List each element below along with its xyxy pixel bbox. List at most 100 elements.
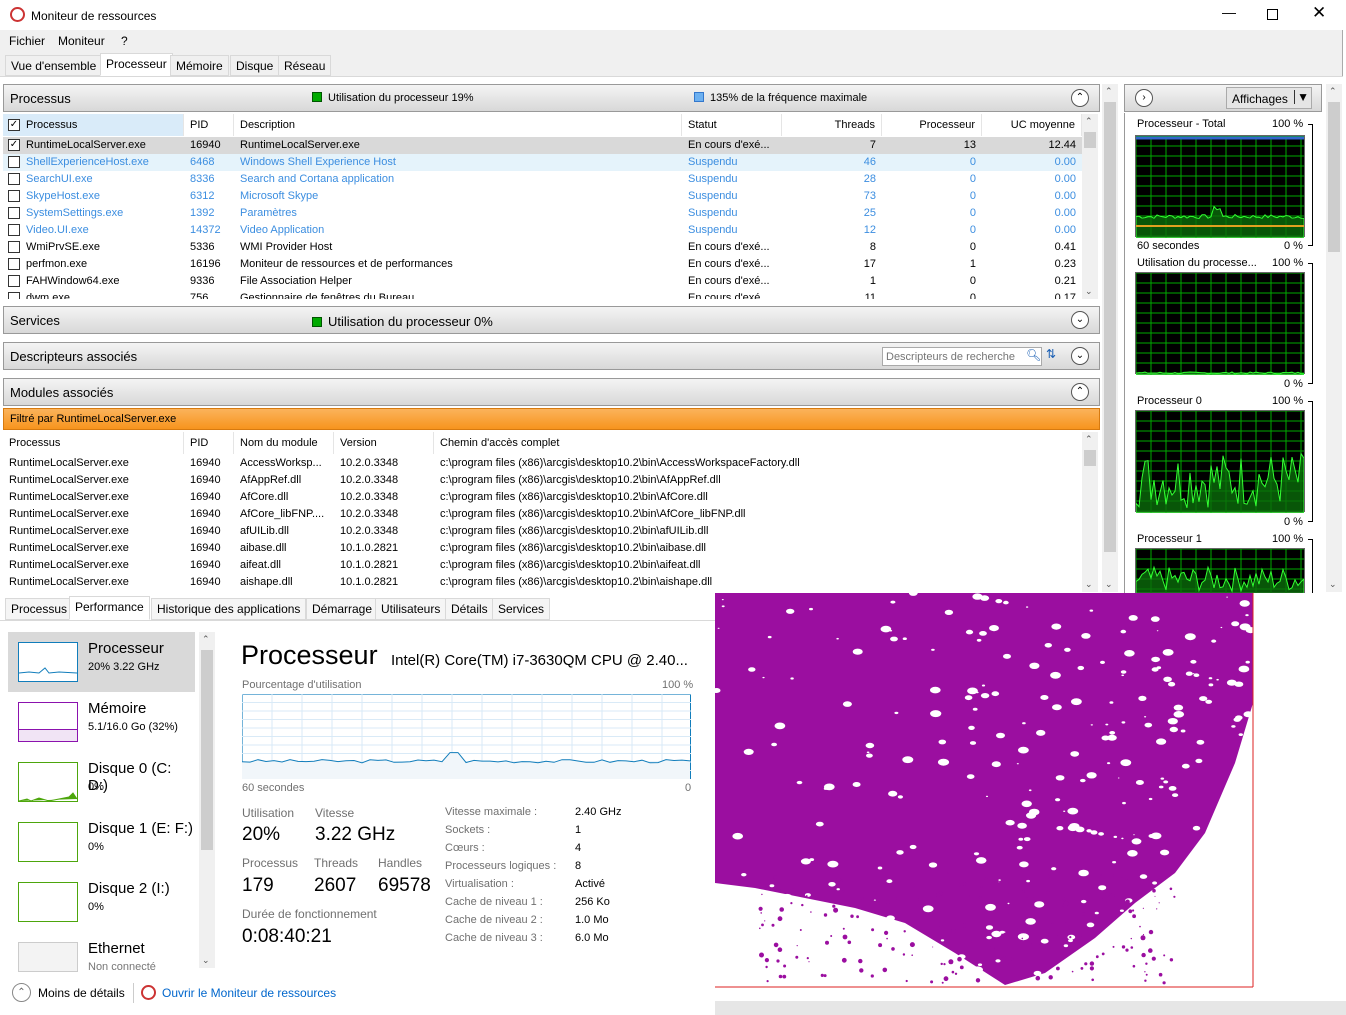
- column-header[interactable]: Description: [234, 114, 682, 136]
- modules-section-header[interactable]: Modules associés ⌃: [3, 378, 1100, 406]
- graphs-scrollbar[interactable]: ⌃ ⌄: [1326, 84, 1342, 592]
- row-checkbox[interactable]: [8, 275, 20, 287]
- table-row[interactable]: RuntimeLocalServer.exe 16940 aishape.dll 10…: [3, 574, 1083, 591]
- select-all-checkbox[interactable]: ✓: [8, 119, 20, 131]
- sidebar-scrollbar[interactable]: ⌃ ⌄: [199, 632, 215, 968]
- left-pane-scrollbar[interactable]: ⌃ ⌄: [1102, 84, 1118, 592]
- minimize-button[interactable]: —: [1222, 4, 1236, 20]
- scroll-down-icon[interactable]: ⌄: [1105, 579, 1113, 590]
- collapse-button[interactable]: ⌃: [1071, 89, 1089, 107]
- column-header[interactable]: Processus: [3, 432, 184, 454]
- table-row[interactable]: Video.UI.exe 14372 Video Application Suspen…: [3, 222, 1083, 239]
- tab-5[interactable]: Détails: [445, 598, 494, 620]
- column-header[interactable]: Statut: [682, 114, 782, 136]
- sidebar-item-5[interactable]: Ethernet Non connecté: [8, 932, 195, 992]
- row-checkbox[interactable]: [8, 241, 20, 253]
- tab-6[interactable]: Services: [492, 598, 551, 620]
- services-section-header[interactable]: Services Utilisation du processeur 0% ⌄: [3, 306, 1100, 334]
- scroll-thumb[interactable]: [1328, 102, 1340, 252]
- scroll-thumb[interactable]: [1084, 450, 1096, 466]
- expand-button[interactable]: ⌄: [1071, 311, 1089, 329]
- table-row[interactable]: RuntimeLocalServer.exe 16940 AfCore_libFNP…: [3, 506, 1083, 523]
- scroll-up-icon[interactable]: ⌃: [202, 634, 210, 645]
- sidebar-item-0[interactable]: Processeur 20% 3.22 GHz: [8, 632, 195, 692]
- row-checkbox[interactable]: [8, 207, 20, 219]
- table-row[interactable]: SystemSettings.exe 1392 Paramètres Suspendu…: [3, 205, 1083, 222]
- sidebar-item-3[interactable]: Disque 1 (E: F:) 0%: [8, 812, 195, 872]
- tab-network[interactable]: Réseau: [278, 55, 332, 76]
- expand-button[interactable]: ⌄: [1071, 347, 1089, 365]
- scroll-down-icon[interactable]: ⌄: [1085, 579, 1093, 590]
- table-row[interactable]: FAHWindow64.exe 9336 File Association Help…: [3, 273, 1083, 290]
- tab-memory[interactable]: Mémoire: [170, 55, 229, 76]
- sidebar-item-4[interactable]: Disque 2 (I:) 0%: [8, 872, 195, 932]
- row-checkbox[interactable]: ✓: [8, 139, 20, 151]
- table-row[interactable]: SearchUI.exe 8336 Search and Cortana appli…: [3, 171, 1083, 188]
- scroll-thumb[interactable]: [201, 650, 213, 850]
- table-row[interactable]: dwm.exe 756 Gestionnaire de fenêtres du Bu…: [3, 290, 1083, 299]
- scroll-up-icon[interactable]: ⌃: [1085, 434, 1093, 445]
- close-button[interactable]: ✕: [1312, 3, 1326, 23]
- scroll-down-icon[interactable]: ⌄: [202, 955, 210, 966]
- processes-scrollbar[interactable]: ⌃ ⌄: [1082, 114, 1098, 299]
- table-row[interactable]: perfmon.exe 16196 Moniteur de ressources e…: [3, 256, 1083, 273]
- refresh-icon[interactable]: ⇅: [1046, 347, 1056, 361]
- collapse-button[interactable]: ⌃: [1071, 383, 1089, 401]
- views-dropdown[interactable]: Affichages ▼: [1226, 87, 1312, 109]
- row-checkbox[interactable]: [8, 173, 20, 185]
- table-row[interactable]: WmiPrvSE.exe 5336 WMI Provider Host En cour…: [3, 239, 1083, 256]
- column-header[interactable]: Processeur: [882, 114, 982, 136]
- row-checkbox[interactable]: [8, 190, 20, 202]
- table-row[interactable]: SkypeHost.exe 6312 Microsoft Skype Suspendu…: [3, 188, 1083, 205]
- scroll-up-icon[interactable]: ⌃: [1085, 116, 1093, 127]
- row-checkbox[interactable]: [8, 156, 20, 168]
- column-header[interactable]: Chemin d'accès complet: [434, 432, 1083, 454]
- column-header[interactable]: Threads: [782, 114, 882, 136]
- collapse-pane-button[interactable]: ›: [1135, 89, 1153, 107]
- menu-moniteur[interactable]: Moniteur: [58, 34, 105, 48]
- row-checkbox[interactable]: [8, 292, 20, 299]
- menu-fichier[interactable]: Fichier: [9, 34, 45, 48]
- handles-section-header[interactable]: Descripteurs associés 🔍︎ ⇅ ⌄: [3, 342, 1100, 370]
- table-row[interactable]: RuntimeLocalServer.exe 16940 AccessWorksp.…: [3, 455, 1083, 472]
- tab-1[interactable]: Performance: [69, 596, 150, 620]
- handles-search-input[interactable]: [882, 347, 1042, 366]
- table-row[interactable]: RuntimeLocalServer.exe 16940 afUILib.dll 10…: [3, 523, 1083, 540]
- table-row[interactable]: RuntimeLocalServer.exe 16940 AfCore.dll 10.…: [3, 489, 1083, 506]
- scroll-up-icon[interactable]: ⌃: [1329, 86, 1337, 97]
- scroll-down-icon[interactable]: ⌄: [1085, 286, 1093, 297]
- search-icon[interactable]: 🔍︎: [1026, 348, 1041, 362]
- tab-4[interactable]: Utilisateurs: [375, 598, 447, 620]
- tab-2[interactable]: Historique des applications: [151, 598, 307, 620]
- row-checkbox[interactable]: [8, 224, 20, 236]
- fewer-details-button[interactable]: Moins de détails: [38, 986, 125, 1000]
- menu-help[interactable]: ?: [121, 34, 128, 48]
- modules-scrollbar[interactable]: ⌃ ⌄: [1082, 432, 1098, 592]
- scroll-down-icon[interactable]: ⌄: [1329, 579, 1337, 590]
- chevron-up-icon[interactable]: ⌃: [12, 983, 31, 1002]
- tab-0[interactable]: Processus: [5, 598, 74, 620]
- tab-overview[interactable]: Vue d'ensemble: [5, 55, 103, 76]
- table-row[interactable]: RuntimeLocalServer.exe 16940 aibase.dll 10.…: [3, 540, 1083, 557]
- scroll-thumb[interactable]: [1084, 132, 1096, 148]
- tab-3[interactable]: Démarrage: [306, 598, 379, 620]
- column-header[interactable]: Processus: [3, 114, 184, 136]
- table-row[interactable]: RuntimeLocalServer.exe 16940 AfAppRef.dll 1…: [3, 472, 1083, 489]
- column-header[interactable]: Version: [334, 432, 434, 454]
- sidebar-item-2[interactable]: Disque 0 (C: D:) 0%: [8, 752, 195, 812]
- processes-section-header[interactable]: Processus Utilisation du processeur 19% …: [3, 84, 1100, 112]
- column-header[interactable]: PID: [184, 114, 234, 136]
- tab-cpu[interactable]: Processeur: [100, 53, 173, 76]
- row-checkbox[interactable]: [8, 258, 20, 270]
- table-row[interactable]: RuntimeLocalServer.exe 16940 aifeat.dll 10.…: [3, 557, 1083, 574]
- scroll-thumb[interactable]: [1104, 102, 1116, 552]
- scroll-up-icon[interactable]: ⌃: [1105, 86, 1113, 97]
- table-row[interactable]: ✓ RuntimeLocalServer.exe 16940 RuntimeLocal…: [3, 137, 1083, 154]
- maximize-button[interactable]: [1267, 9, 1278, 20]
- open-resource-monitor-link[interactable]: Ouvrir le Moniteur de ressources: [162, 986, 336, 1000]
- column-header[interactable]: Nom du module: [234, 432, 334, 454]
- sidebar-item-1[interactable]: Mémoire 5.1/16.0 Go (32%): [8, 692, 195, 752]
- column-header[interactable]: PID: [184, 432, 234, 454]
- column-header[interactable]: UC moyenne: [982, 114, 1082, 136]
- table-row[interactable]: ShellExperienceHost.exe 6468 Windows Shell…: [3, 154, 1083, 171]
